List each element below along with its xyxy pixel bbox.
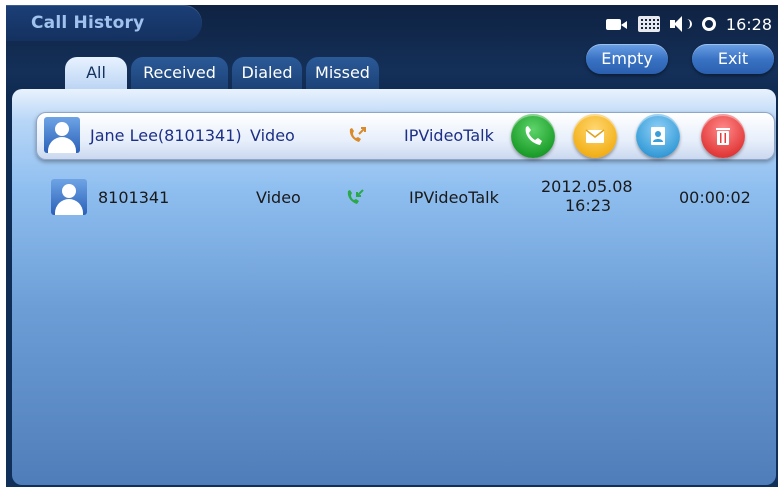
keyboard-icon — [637, 16, 660, 32]
call-name: Jane Lee(8101341) — [90, 126, 242, 145]
received-call-icon — [347, 189, 364, 204]
status-clock: 16:28 — [725, 14, 772, 34]
speaker-icon — [669, 16, 692, 32]
delete-icon — [716, 128, 730, 145]
call-media: Video — [250, 126, 295, 145]
call-name: 8101341 — [98, 188, 170, 207]
call-row-selected[interactable]: Jane Lee(8101341) Video IPVideoTalk — [36, 112, 775, 160]
message-button[interactable] — [573, 114, 617, 158]
tab-all[interactable]: All — [65, 57, 127, 89]
call-list-panel: Jane Lee(8101341) Video IPVideoTalk 8101… — [12, 89, 776, 485]
call-history-screen: Call History 16:28 Empty Exit All Receiv… — [6, 5, 778, 487]
contact-button[interactable] — [636, 114, 680, 158]
call-icon — [525, 126, 542, 145]
contact-avatar-icon — [44, 117, 80, 153]
call-duration: 00:00:02 — [679, 188, 751, 207]
title-tab: Call History — [6, 5, 202, 41]
app-title: Call History — [31, 13, 145, 33]
tab-dialed[interactable]: Dialed — [232, 57, 302, 89]
call-media: Video — [256, 188, 301, 207]
call-account: IPVideoTalk — [404, 126, 494, 145]
message-icon — [585, 129, 605, 143]
delete-button[interactable] — [701, 114, 745, 158]
contact-avatar-icon — [51, 179, 87, 215]
call-row[interactable]: 8101341 Video IPVideoTalk 2012.05.08 16:… — [12, 175, 776, 227]
empty-button[interactable]: Empty — [586, 44, 668, 74]
outgoing-call-icon — [349, 127, 366, 142]
tab-received[interactable]: Received — [131, 57, 228, 89]
call-time: 16:23 — [565, 196, 612, 215]
exit-button[interactable]: Exit — [692, 44, 774, 74]
status-bar: 16:28 — [605, 12, 772, 36]
camera-icon — [605, 17, 628, 31]
contact-icon — [651, 127, 665, 145]
tab-missed[interactable]: Missed — [306, 57, 379, 89]
call-account: IPVideoTalk — [409, 188, 499, 207]
call-date: 2012.05.08 — [541, 177, 633, 196]
call-button[interactable] — [511, 114, 555, 158]
sync-icon — [701, 17, 716, 31]
